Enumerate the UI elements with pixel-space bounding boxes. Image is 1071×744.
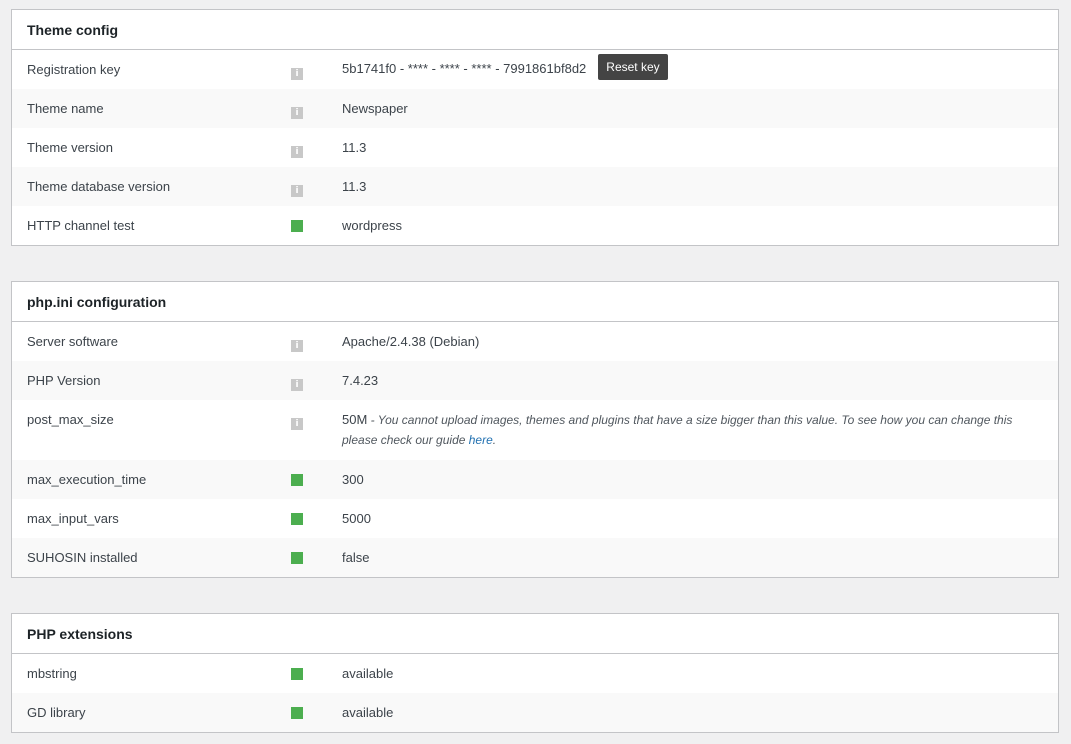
info-icon[interactable]: i — [291, 379, 303, 391]
php-ini-panel: php.ini configuration Server software i … — [11, 281, 1059, 578]
status-ok-icon — [291, 707, 303, 719]
note-text: - You cannot upload images, themes and p… — [342, 413, 1013, 447]
table-row: Theme name i Newspaper — [12, 89, 1058, 128]
table-row: Registration key i 5b1741f0 - **** - ***… — [12, 50, 1058, 89]
post-max-size-value: 50M — [342, 412, 368, 427]
table-row: mbstring available — [12, 654, 1058, 693]
reset-key-button[interactable]: Reset key — [598, 54, 668, 80]
status-ok-icon — [291, 220, 303, 232]
row-value: available — [342, 705, 394, 720]
row-label: SUHOSIN installed — [27, 550, 138, 565]
info-icon[interactable]: i — [291, 146, 303, 158]
table-row: post_max_size i 50M - You cannot upload … — [12, 400, 1058, 460]
row-value: Apache/2.4.38 (Debian) — [342, 334, 480, 349]
row-label: PHP Version — [27, 373, 101, 388]
row-label: mbstring — [27, 666, 77, 681]
theme-config-panel: Theme config Registration key i 5b1741f0… — [11, 9, 1059, 246]
info-icon[interactable]: i — [291, 107, 303, 119]
table-row: Server software i Apache/2.4.38 (Debian) — [12, 322, 1058, 361]
row-label: max_input_vars — [27, 511, 119, 526]
row-label: post_max_size — [27, 412, 114, 427]
row-value: false — [342, 550, 370, 565]
post-max-size-note: - You cannot upload images, themes and p… — [342, 413, 1012, 447]
row-value: 11.3 — [342, 140, 367, 155]
status-ok-icon — [291, 552, 303, 564]
row-label: HTTP channel test — [27, 218, 135, 233]
status-ok-icon — [291, 513, 303, 525]
table-row: HTTP channel test wordpress — [12, 206, 1058, 245]
row-value: 11.3 — [342, 179, 367, 194]
table-row: PHP Version i 7.4.23 — [12, 361, 1058, 400]
guide-link[interactable]: here — [469, 433, 493, 447]
table-row: max_input_vars 5000 — [12, 499, 1058, 538]
panel-title: php.ini configuration — [12, 282, 1058, 322]
table-row: GD library available — [12, 693, 1058, 732]
info-icon[interactable]: i — [291, 418, 303, 430]
info-icon[interactable]: i — [291, 185, 303, 197]
info-icon[interactable]: i — [291, 340, 303, 352]
row-label: Registration key — [27, 62, 121, 77]
table-row: Theme database version i 11.3 — [12, 167, 1058, 206]
row-value: wordpress — [342, 218, 402, 233]
php-extensions-panel: PHP extensions mbstring available GD lib… — [11, 613, 1059, 733]
row-value: 50M - You cannot upload images, themes a… — [342, 410, 1058, 450]
status-ok-icon — [291, 474, 303, 486]
row-label: Theme database version — [27, 179, 171, 194]
row-label: GD library — [27, 705, 86, 720]
table-row: max_execution_time 300 — [12, 460, 1058, 499]
row-label: max_execution_time — [27, 472, 147, 487]
row-label: Server software — [27, 334, 119, 349]
row-value: available — [342, 666, 394, 681]
info-icon[interactable]: i — [291, 68, 303, 80]
panel-title: Theme config — [12, 10, 1058, 50]
row-value: 7.4.23 — [342, 373, 379, 388]
row-value: Newspaper — [342, 101, 408, 116]
table-row: Theme version i 11.3 — [12, 128, 1058, 167]
row-value: 300 — [342, 472, 364, 487]
row-label: Theme version — [27, 140, 113, 155]
row-label: Theme name — [27, 101, 104, 116]
panel-title: PHP extensions — [12, 614, 1058, 654]
row-value: 5000 — [342, 511, 371, 526]
registration-key-value: 5b1741f0 - **** - **** - **** - 7991861b… — [342, 60, 587, 76]
table-row: SUHOSIN installed false — [12, 538, 1058, 577]
status-ok-icon — [291, 668, 303, 680]
note-end: . — [492, 433, 497, 447]
